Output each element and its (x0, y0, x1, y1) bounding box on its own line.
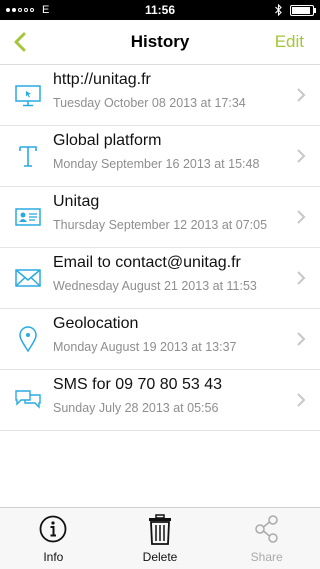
contact-card-icon (15, 208, 41, 226)
edit-button[interactable]: Edit (275, 20, 304, 64)
item-date: Monday August 19 2013 at 13:37 (53, 340, 237, 354)
list-item[interactable]: Unitag Thursday September 12 2013 at 07:… (0, 187, 320, 248)
trash-icon (149, 514, 171, 545)
chevron-right-icon (297, 210, 306, 224)
info-label: Info (43, 550, 64, 564)
list-item[interactable]: Geolocation Monday August 19 2013 at 13:… (0, 309, 320, 370)
chevron-right-icon (297, 393, 306, 407)
battery-icon (290, 4, 316, 16)
text-icon (19, 146, 37, 167)
bluetooth-icon (275, 4, 282, 16)
chevron-right-icon (297, 332, 306, 346)
item-date: Tuesday October 08 2013 at 17:34 (53, 96, 246, 110)
chat-bubbles-icon (15, 390, 41, 409)
monitor-icon (15, 85, 41, 107)
share-label: Share (250, 550, 283, 564)
chevron-right-icon (297, 271, 306, 285)
delete-button[interactable]: Delete (107, 508, 214, 569)
envelope-icon (15, 269, 41, 287)
status-time: 11:56 (144, 3, 176, 17)
page-title: History (130, 32, 190, 51)
list-item[interactable]: http://unitag.fr Tuesday October 08 2013… (0, 65, 320, 126)
status-bar: E 11:56 (0, 0, 320, 20)
info-icon (39, 515, 67, 543)
list-item[interactable]: Email to contact@unitag.fr Wednesday Aug… (0, 248, 320, 309)
navigation-bar: History Edit (0, 20, 320, 65)
history-list: http://unitag.fr Tuesday October 08 2013… (0, 65, 320, 431)
item-date: Thursday September 12 2013 at 07:05 (53, 218, 268, 232)
chevron-right-icon (297, 149, 306, 163)
item-title: Global platform (53, 132, 162, 149)
item-title: SMS for 09 70 80 53 43 (53, 376, 222, 393)
item-title: http://unitag.fr (53, 71, 151, 88)
chevron-right-icon (297, 88, 306, 102)
share-icon (254, 515, 278, 543)
list-item[interactable]: SMS for 09 70 80 53 43 Sunday July 28 20… (0, 370, 320, 431)
status-right (275, 0, 316, 20)
item-date: Monday September 16 2013 at 15:48 (53, 157, 260, 171)
item-date: Sunday July 28 2013 at 05:56 (53, 401, 219, 415)
tab-bar: Info Delete Share (0, 507, 320, 569)
item-title: Unitag (53, 193, 100, 210)
item-date: Wednesday August 21 2013 at 11:53 (53, 279, 257, 293)
delete-label: Delete (142, 550, 178, 564)
location-pin-icon (19, 326, 37, 353)
list-item[interactable]: Global platform Monday September 16 2013… (0, 126, 320, 187)
item-title: Email to contact@unitag.fr (53, 254, 241, 271)
item-title: Geolocation (53, 315, 139, 332)
share-button[interactable]: Share (213, 508, 320, 569)
info-button[interactable]: Info (0, 508, 107, 569)
